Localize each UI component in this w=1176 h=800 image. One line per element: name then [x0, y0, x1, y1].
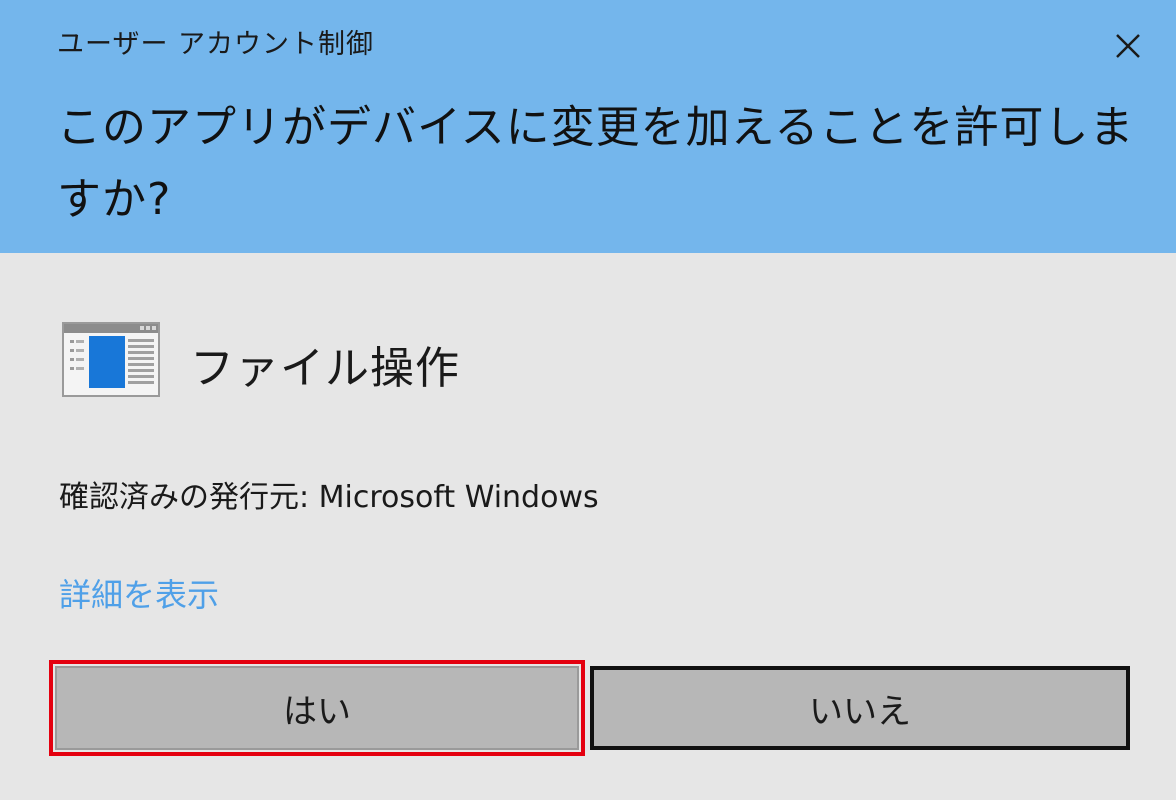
uac-dialog: ユーザー アカウント制御 このアプリがデバイスに変更を加えることを許可しますか?: [0, 0, 1176, 800]
app-name: ファイル操作: [190, 343, 460, 394]
close-button[interactable]: [1106, 24, 1150, 68]
yes-button[interactable]: はい: [49, 660, 585, 756]
no-button-label: いいえ: [809, 691, 911, 732]
dialog-header: ユーザー アカウント制御 このアプリがデバイスに変更を加えることを許可しますか?: [0, 0, 1176, 253]
verified-publisher: 確認済みの発行元: Microsoft Windows: [59, 480, 599, 515]
application-window-icon: [62, 322, 160, 397]
no-button[interactable]: いいえ: [590, 666, 1130, 750]
window-title: ユーザー アカウント制御: [57, 29, 375, 60]
close-icon: [1116, 34, 1140, 58]
yes-button-label: はい: [283, 691, 351, 732]
show-details-link[interactable]: 詳細を表示: [59, 570, 219, 616]
permission-question: このアプリがデバイスに変更を加えることを許可しますか?: [57, 102, 1135, 225]
